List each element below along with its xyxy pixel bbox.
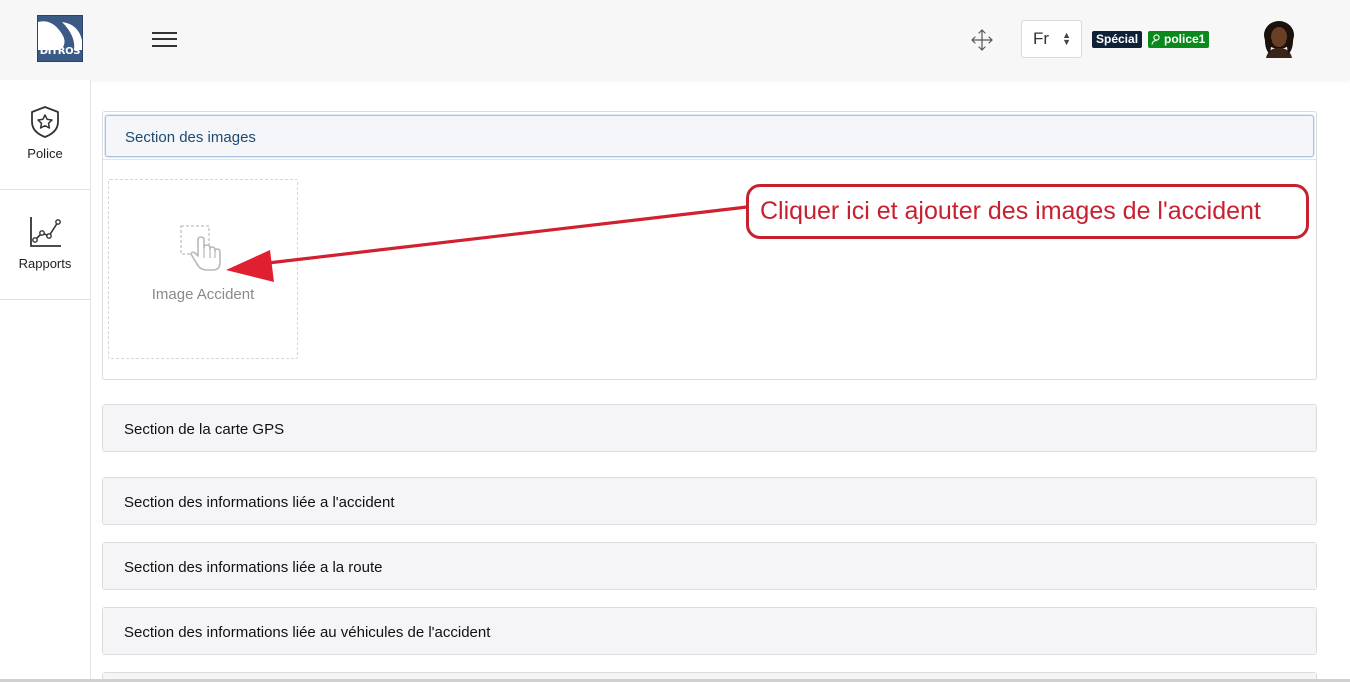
language-select[interactable]: Fr ▲ ▼ (1021, 20, 1082, 58)
move-arrows-icon[interactable] (970, 28, 994, 52)
sidebar-item-police[interactable]: Police (0, 80, 90, 190)
select-caret-icon: ▲ ▼ (1062, 30, 1071, 47)
hamburger-menu-icon[interactable] (152, 30, 178, 48)
section-gps-panel: Section de la carte GPS (102, 404, 1317, 452)
sidebar-item-rapports[interactable]: Rapports (0, 190, 90, 300)
annotation-callout: Cliquer ici et ajouter des images de l'a… (746, 184, 1309, 239)
sidebar-item-label: Police (27, 146, 63, 161)
sidebar: Police Rapports (0, 80, 91, 682)
section-images-header[interactable]: Section des images (105, 115, 1314, 157)
section-gps-header[interactable]: Section de la carte GPS (103, 405, 1316, 452)
hand-click-icon (180, 225, 221, 271)
logo-text: DITROS (39, 46, 81, 57)
user-icon (1151, 34, 1160, 45)
section-vehicles-info-panel: Section des informations liée au véhicul… (102, 607, 1317, 655)
ditros-logo[interactable]: DITROS (37, 15, 83, 62)
user-badge-label: police1 (1164, 32, 1206, 46)
user-avatar[interactable] (1262, 20, 1296, 58)
sidebar-item-label: Rapports (18, 256, 72, 271)
image-accident-caption: Image Accident (151, 286, 255, 303)
language-value: Fr (1033, 29, 1050, 48)
section-road-info-panel: Section des informations liée a la route (102, 542, 1317, 590)
panel-divider (103, 159, 1316, 160)
role-badge: Spécial (1092, 31, 1143, 48)
section-accident-info-panel: Section des informations liée a l'accide… (102, 477, 1317, 525)
section-vehicles-info-header[interactable]: Section des informations liée au véhicul… (103, 608, 1316, 655)
top-header: DITROS Fr ▲ ▼ Spécial police1 (0, 0, 1350, 80)
police-shield-icon (31, 106, 59, 138)
section-accident-info-header[interactable]: Section des informations liée a l'accide… (103, 478, 1316, 525)
line-chart-icon (30, 217, 61, 247)
section-road-info-header[interactable]: Section des informations liée a la route (103, 543, 1316, 590)
image-accident-upload[interactable]: Image Accident (108, 179, 298, 359)
user-badge: police1 (1148, 31, 1210, 48)
